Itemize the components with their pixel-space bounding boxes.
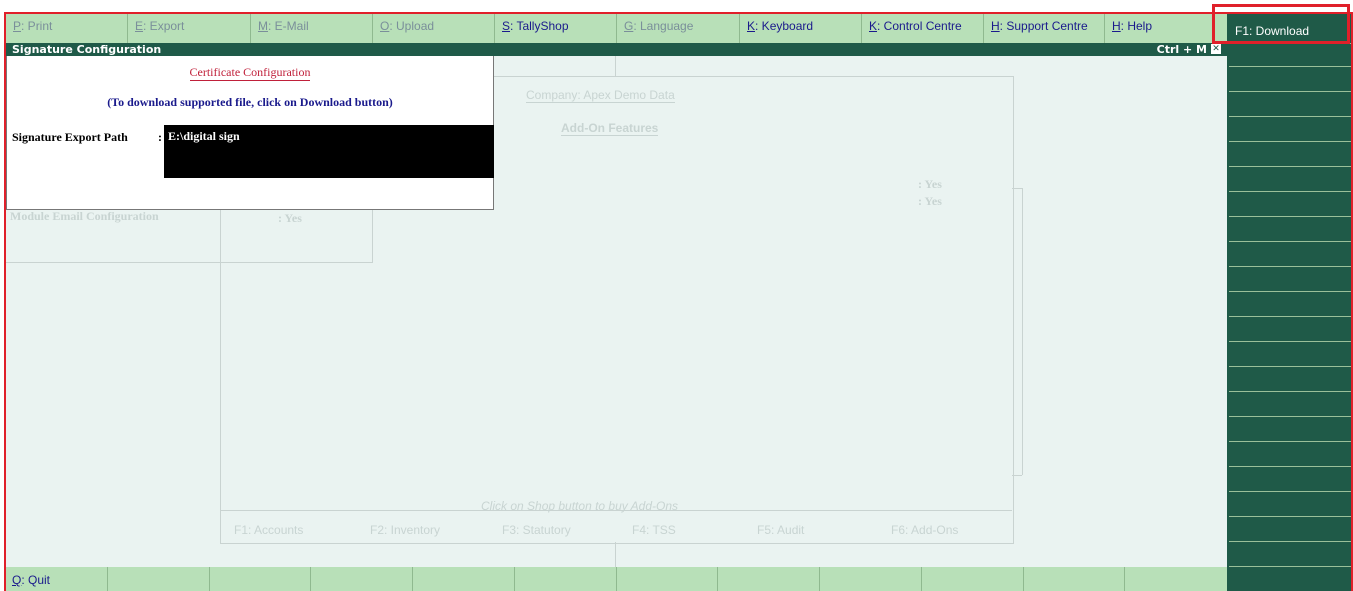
menu-label: : E-Mail [268, 19, 309, 33]
menu-language[interactable]: G: Language [617, 14, 740, 43]
divider [1012, 475, 1022, 476]
tab-audit[interactable]: F5: Audit [757, 523, 804, 537]
menu-control-centre[interactable]: K: Control Centre [862, 14, 984, 43]
empty-button[interactable] [1229, 144, 1351, 167]
hotkey: O [380, 19, 390, 33]
menu-label: : Upload [389, 19, 435, 33]
shop-hint: Click on Shop button to buy Add-Ons [481, 499, 679, 513]
button-label: : Quit [21, 573, 51, 587]
empty-button[interactable] [1229, 494, 1351, 517]
title-bar: Signature Configuration Ctrl + M ✕ [6, 43, 1227, 56]
tab-addons[interactable]: F6: Add-Ons [891, 523, 958, 537]
empty-button[interactable] [1229, 169, 1351, 192]
empty-button[interactable] [515, 567, 617, 591]
yes-value: : Yes [918, 177, 942, 191]
empty-button[interactable] [1229, 419, 1351, 442]
shortcut-hint: Ctrl + M [1156, 43, 1207, 56]
empty-button[interactable] [1229, 394, 1351, 417]
signature-config-dialog: Certificate Configuration (To download s… [6, 56, 494, 210]
divider [615, 542, 616, 567]
empty-button[interactable] [210, 567, 312, 591]
menu-label: : Help [1120, 19, 1153, 33]
menu-tallyshop[interactable]: S: TallyShop [495, 14, 617, 43]
menu-label: : Print [21, 19, 53, 33]
empty-button[interactable] [1229, 119, 1351, 142]
download-button[interactable]: F1: Download [1229, 17, 1351, 44]
empty-button[interactable] [1229, 294, 1351, 317]
close-icon[interactable]: ✕ [1211, 44, 1221, 54]
empty-button[interactable] [1229, 219, 1351, 242]
module-email-value: : Yes [278, 211, 302, 225]
hotkey: E [135, 19, 144, 33]
heading-text: Certificate Configuration [189, 65, 311, 81]
hotkey: G [624, 19, 634, 33]
empty-button[interactable] [1229, 194, 1351, 217]
divider [1012, 188, 1022, 189]
empty-button[interactable] [718, 567, 820, 591]
addon-title: Add-On Features [561, 121, 659, 136]
download-note: (To download supported file, click on Do… [107, 95, 393, 109]
empty-button[interactable] [1229, 69, 1351, 92]
right-button-panel: F1: Download [1227, 14, 1353, 591]
hotkey: S [502, 19, 511, 33]
empty-button[interactable] [311, 567, 413, 591]
empty-button[interactable] [1125, 567, 1227, 591]
menu-label: : TallyShop [510, 19, 569, 33]
module-email-label: Module Email Configuration [10, 209, 159, 223]
divider [615, 56, 616, 76]
hotkey: P [13, 19, 22, 33]
menu-help[interactable]: H: Help [1105, 14, 1227, 43]
window-title: Signature Configuration [12, 43, 162, 56]
export-path-label: Signature Export Path [12, 130, 128, 144]
yes-value: : Yes [918, 194, 942, 208]
bottom-button-bar: Q: Quit [6, 567, 1227, 591]
export-path-input[interactable]: E:\digital sign [164, 125, 494, 178]
tab-tss[interactable]: F4: TSS [632, 523, 676, 537]
empty-button[interactable] [1024, 567, 1126, 591]
field-colon: : [158, 130, 162, 144]
empty-button[interactable] [1229, 319, 1351, 342]
empty-button[interactable] [1229, 269, 1351, 292]
menu-print[interactable]: P: Print [6, 14, 128, 43]
menu-email[interactable]: M: E-Mail [251, 14, 373, 43]
dialog-heading: Certificate Configuration [7, 65, 493, 81]
hotkey: K [869, 19, 878, 33]
empty-button[interactable] [1229, 469, 1351, 492]
hotkey: K [747, 19, 756, 33]
menu-label: : Support Centre [999, 19, 1088, 33]
menu-support-centre[interactable]: H: Support Centre [984, 14, 1105, 43]
empty-button[interactable] [1229, 44, 1351, 67]
menu-upload[interactable]: O: Upload [373, 14, 495, 43]
menu-label: : Export [143, 19, 185, 33]
tab-statutory[interactable]: F3: Statutory [502, 523, 571, 537]
divider [1022, 188, 1023, 475]
tab-inventory[interactable]: F2: Inventory [370, 523, 440, 537]
empty-button[interactable] [617, 567, 719, 591]
hotkey: H [1112, 19, 1121, 33]
empty-button[interactable] [1229, 244, 1351, 267]
empty-button[interactable] [1229, 544, 1351, 567]
hotkey: H [991, 19, 1000, 33]
empty-button[interactable] [108, 567, 210, 591]
empty-button[interactable] [1229, 444, 1351, 467]
empty-button[interactable] [413, 567, 515, 591]
top-menu-bar: P: Print E: Export M: E-Mail O: Upload S… [6, 14, 1227, 43]
empty-button[interactable] [820, 567, 922, 591]
empty-button[interactable] [1229, 94, 1351, 117]
empty-button[interactable] [1229, 369, 1351, 392]
menu-label: : Control Centre [877, 19, 962, 33]
quit-button[interactable]: Q: Quit [6, 567, 108, 591]
empty-button[interactable] [1229, 519, 1351, 542]
menu-label: : Keyboard [755, 19, 814, 33]
hotkey: Q [12, 573, 22, 587]
empty-button[interactable] [1229, 344, 1351, 367]
menu-label: : Language [633, 19, 694, 33]
company-label: Company: Apex Demo Data [526, 88, 675, 103]
menu-keyboard[interactable]: K: Keyboard [740, 14, 862, 43]
tab-accounts[interactable]: F1: Accounts [234, 523, 303, 537]
hotkey: M [258, 19, 268, 33]
menu-export[interactable]: E: Export [128, 14, 251, 43]
empty-button[interactable] [922, 567, 1024, 591]
